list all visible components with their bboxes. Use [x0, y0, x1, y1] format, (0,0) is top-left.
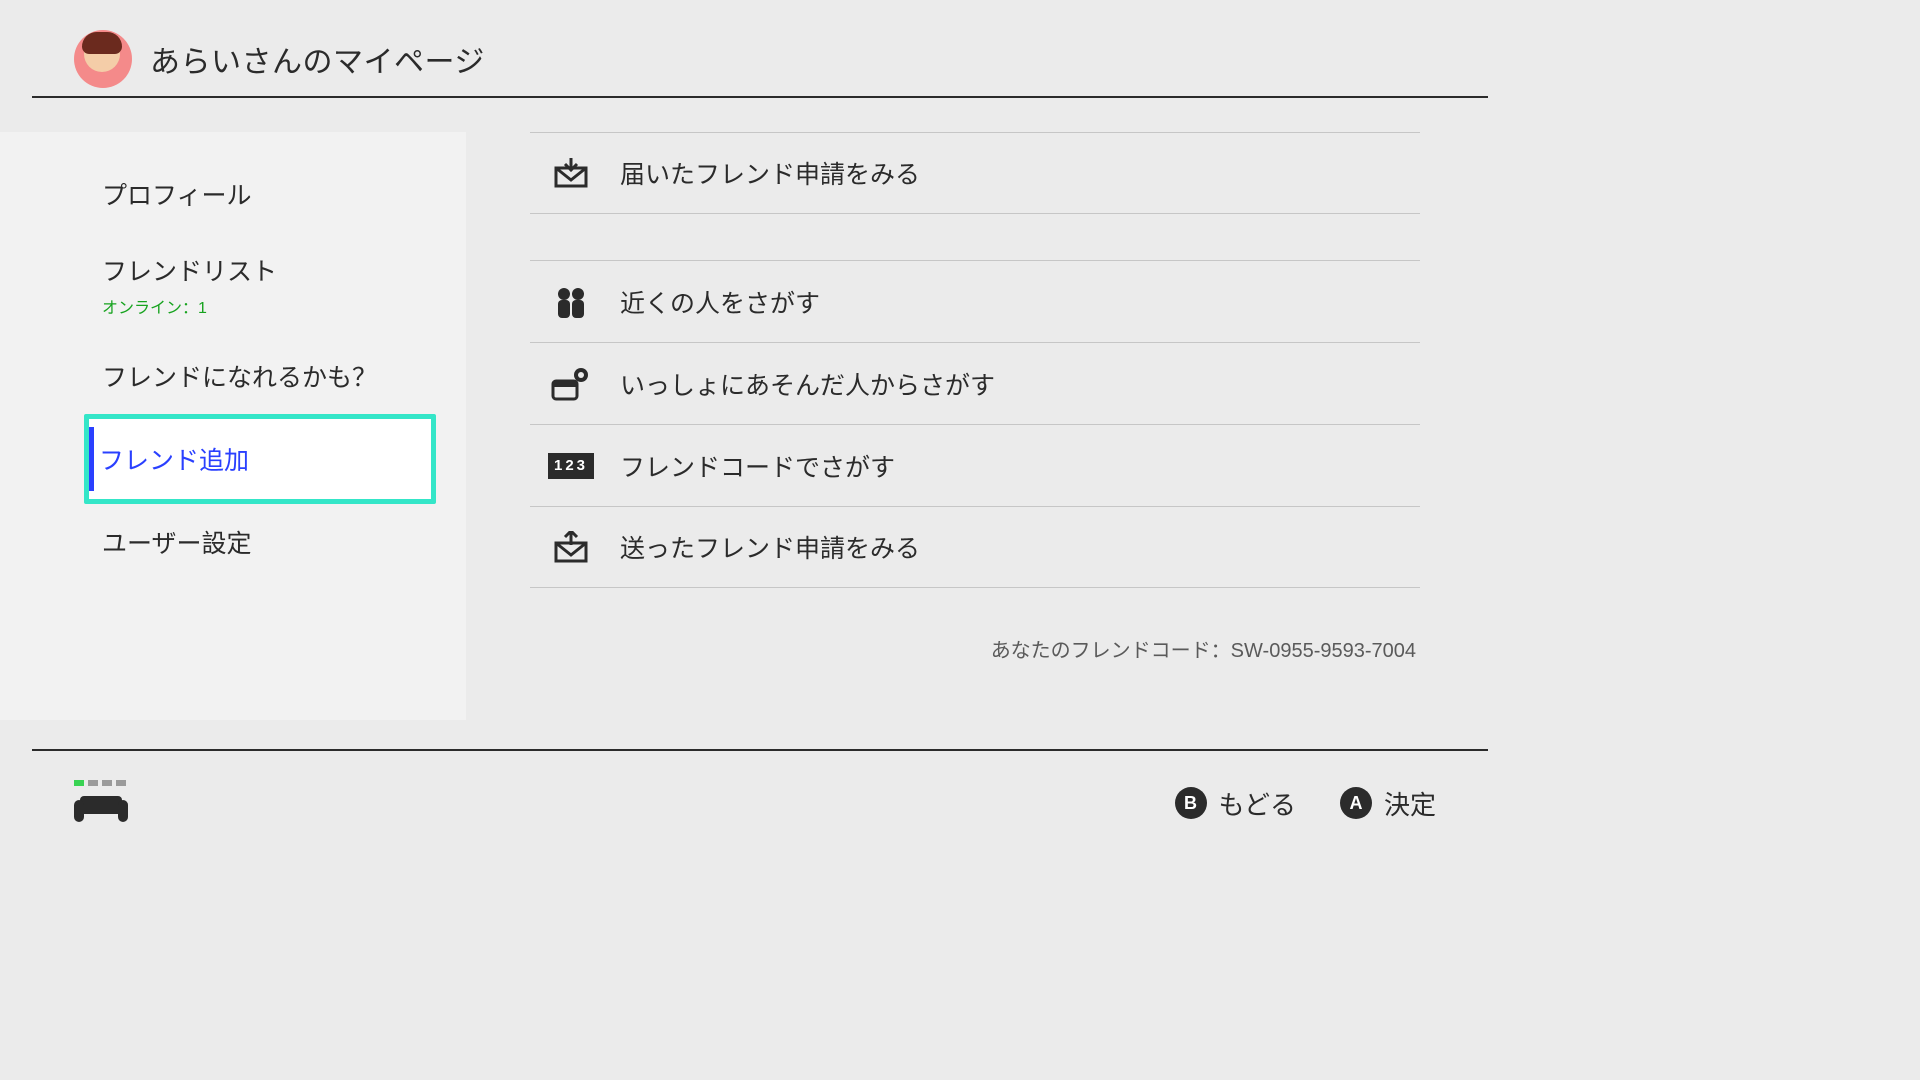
sidebar-item-label: プロフィール [102, 182, 252, 210]
row-label: 送ったフレンド申請をみる [620, 529, 920, 565]
row-label: いっしょにあそんだ人からさがす [620, 366, 995, 402]
inbox-icon [548, 158, 594, 188]
sidebar-item-add-friend[interactable]: フレンド追加 [84, 414, 436, 504]
sidebar-item-profile[interactable]: プロフィール [84, 156, 436, 232]
group-received: 届いたフレンド申請をみる [530, 132, 1420, 214]
sidebar-item-sublabel: オンライン：1 [102, 294, 420, 318]
header: あらいさんのマイページ [32, 22, 1488, 98]
row-label: フレンドコードでさがす [620, 448, 895, 484]
outbox-icon [548, 531, 594, 563]
played-with-icon [548, 367, 594, 401]
hint-label: 決定 [1384, 785, 1436, 822]
controller-status [74, 780, 128, 827]
people-icon [548, 286, 594, 318]
sidebar-item-label: フレンド追加 [99, 447, 249, 475]
row-search-played-with[interactable]: いっしょにあそんだ人からさがす [530, 342, 1420, 424]
b-button-icon: B [1175, 787, 1207, 819]
page-title: あらいさんのマイページ [150, 37, 485, 81]
row-search-friend-code[interactable]: 123 フレンドコードでさがす [530, 424, 1420, 506]
hint-back: B もどる [1175, 785, 1296, 822]
sidebar-item-friend-list[interactable]: フレンドリスト オンライン：1 [84, 232, 436, 338]
button-hints: B もどる A 決定 [1175, 785, 1437, 822]
sidebar-item-suggestions[interactable]: フレンドになれるかも？ [84, 338, 436, 414]
friend-code-label: あなたのフレンドコード：SW-0955-9593-7004 [530, 634, 1416, 663]
sidebar-item-label: フレンドリスト [102, 258, 277, 286]
controller-icon [74, 790, 128, 827]
row-sent-requests[interactable]: 送ったフレンド申請をみる [530, 506, 1420, 588]
user-avatar [74, 30, 132, 88]
group-search: 近くの人をさがす いっしょにあそんだ人からさがす 123 フレンドコードでさがす [530, 260, 1420, 588]
sidebar-item-user-settings[interactable]: ユーザー設定 [84, 504, 436, 580]
hint-label: もどる [1219, 785, 1296, 822]
sidebar: プロフィール フレンドリスト オンライン：1 フレンドになれるかも？ フレンド追… [0, 132, 466, 720]
row-search-local[interactable]: 近くの人をさがす [530, 260, 1420, 342]
friend-code-icon: 123 [548, 453, 594, 479]
footer: B もどる A 決定 [32, 749, 1488, 855]
sidebar-item-label: ユーザー設定 [102, 530, 252, 558]
row-label: 届いたフレンド申請をみる [620, 155, 920, 191]
sidebar-item-label: フレンドになれるかも？ [102, 364, 377, 392]
row-label: 近くの人をさがす [620, 284, 820, 320]
main-panel: 届いたフレンド申請をみる 近くの人をさがす [530, 132, 1420, 663]
hint-ok: A 決定 [1340, 785, 1436, 822]
a-button-icon: A [1340, 787, 1372, 819]
row-received-requests[interactable]: 届いたフレンド申請をみる [530, 132, 1420, 214]
controller-battery-icon [74, 780, 126, 786]
